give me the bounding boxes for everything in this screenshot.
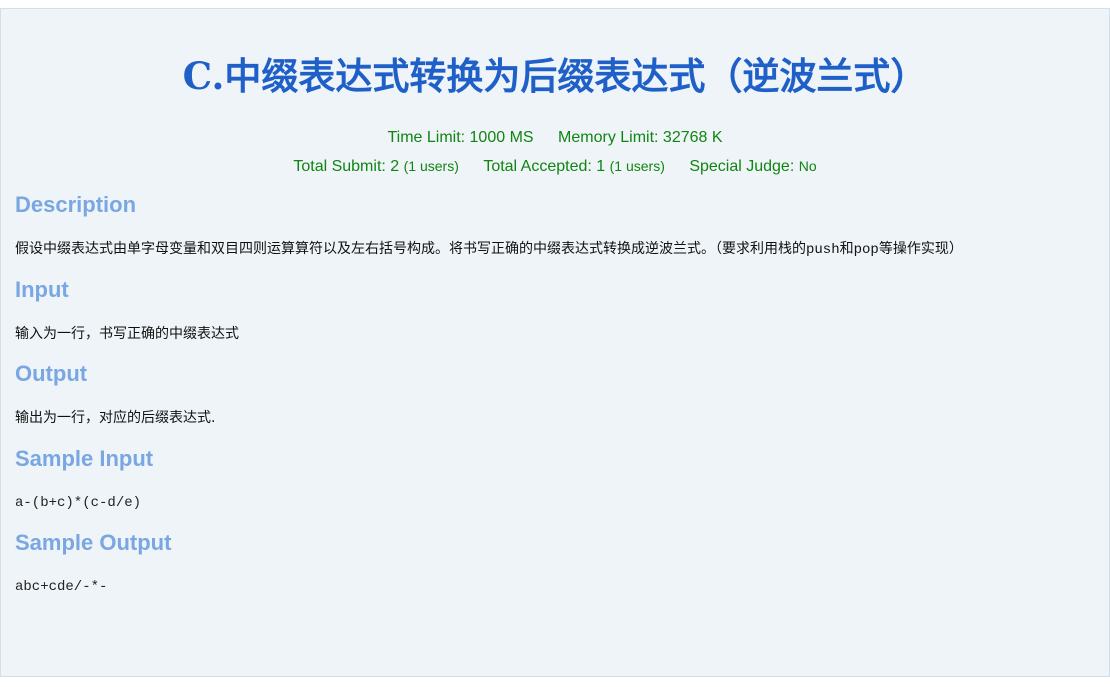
stats-line: Total Submit: 2 (1 users) Total Accepted… [1, 156, 1109, 177]
memory-limit: Memory Limit: 32768 K [558, 129, 723, 146]
description-heading: Description [15, 192, 137, 217]
time-limit: Time Limit: 1000 MS [387, 129, 534, 146]
total-accepted: Total Accepted: 1 (1 users) [483, 158, 665, 175]
special-judge-label: Special Judge: [689, 158, 795, 175]
output-heading: Output [15, 361, 88, 386]
description-code-pop: pop [853, 242, 879, 258]
total-accepted-count: Total Accepted: 1 [483, 158, 606, 175]
total-submit-count: Total Submit: 2 [293, 158, 400, 175]
input-text: 输入为一行，书写正确的中缀表达式 [15, 326, 239, 342]
sample-input: a-(b+c)*(c-d/e) [15, 495, 142, 511]
special-judge: Special Judge: No [689, 158, 816, 175]
description-text-3: 等操作实现） [878, 241, 963, 257]
sample-output: abc+cde/-*- [15, 579, 108, 595]
total-submit: Total Submit: 2 (1 users) [293, 158, 459, 175]
problem-title: C.中缀表达式转换为后缀表达式（逆波兰式） [1, 9, 1109, 100]
problem-title-main: 中缀表达式转换为后缀表达式（逆波兰式） [224, 55, 928, 98]
total-submit-users: (1 users) [403, 158, 459, 174]
description-code-push: push [806, 242, 840, 258]
description-text: 假设中缀表达式由单字母变量和双目四则运算算符以及左右括号构成。将书写正确的中缀表… [1, 239, 1109, 260]
description-text-2: 和 [839, 241, 854, 257]
limits-line: Time Limit: 1000 MS Memory Limit: 32768 … [1, 128, 1109, 148]
input-heading: Input [15, 277, 69, 302]
special-judge-value: No [798, 158, 817, 174]
sample-input-heading: Sample Input [15, 446, 154, 471]
description-text-1: 假设中缀表达式由单字母变量和双目四则运算算符以及左右括号构成。将书写正确的中缀表… [15, 241, 806, 257]
problem-panel: C.中缀表达式转换为后缀表达式（逆波兰式） Time Limit: 1000 M… [0, 8, 1110, 677]
total-accepted-users: (1 users) [609, 158, 665, 174]
problem-title-prefix: C. [182, 54, 225, 98]
sample-output-heading: Sample Output [15, 530, 172, 555]
output-text: 输出为一行，对应的后缀表达式. [15, 410, 216, 426]
